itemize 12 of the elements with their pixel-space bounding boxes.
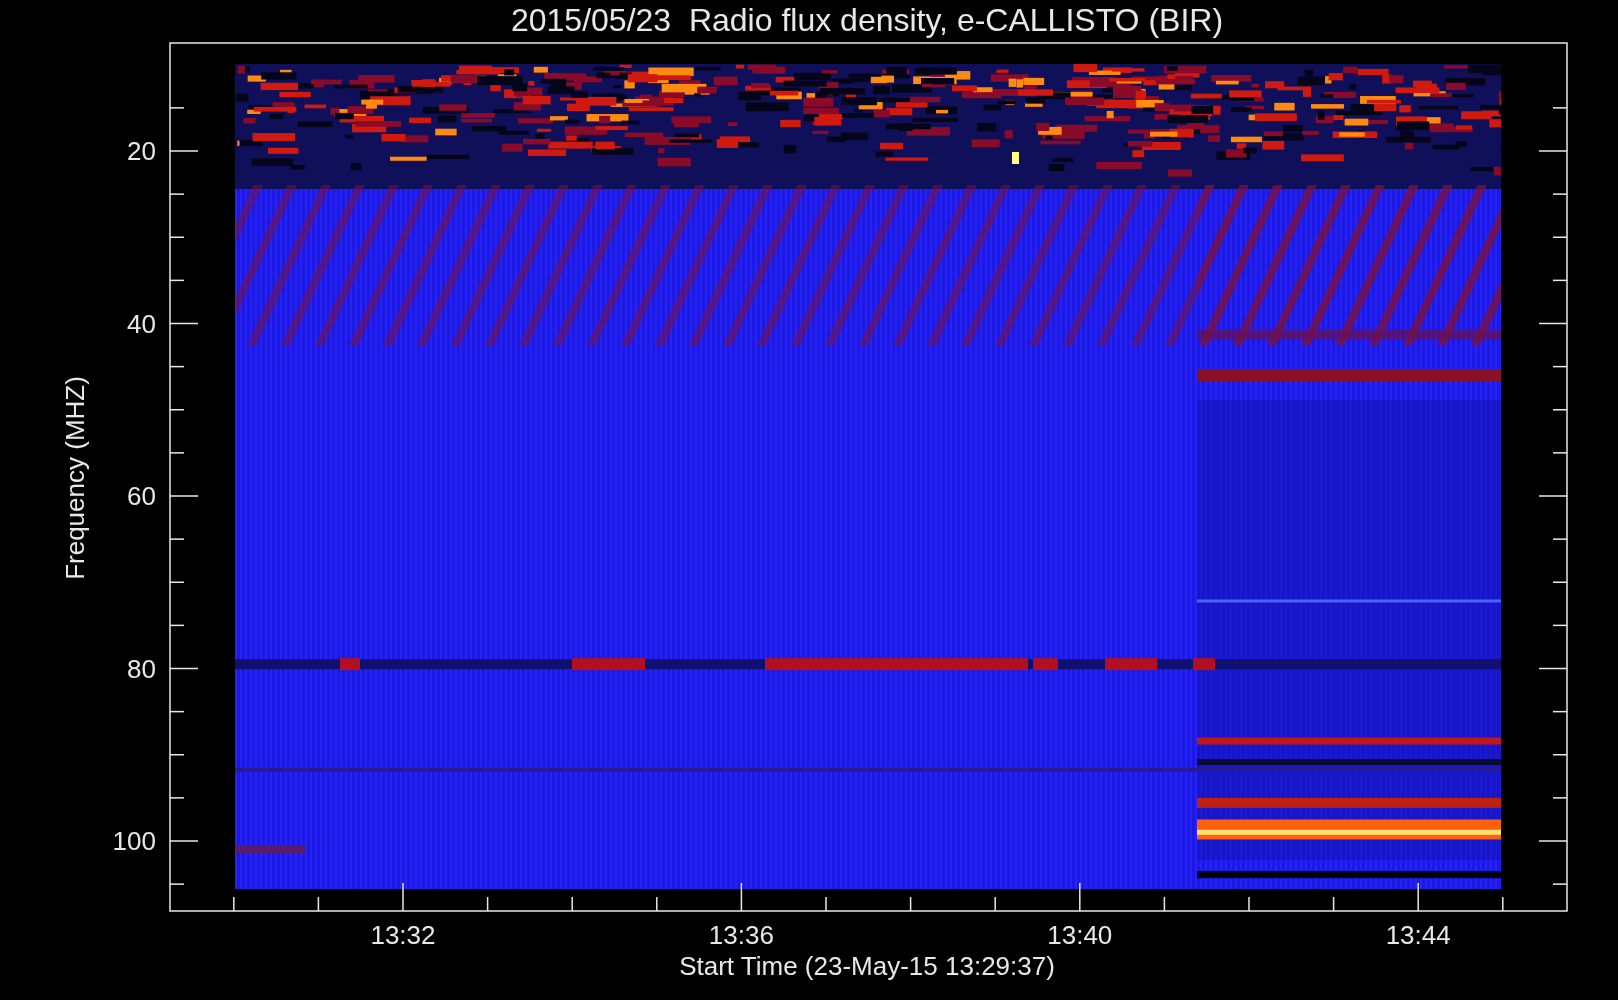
y-axis-label: Frequency (MHZ) [60,376,90,580]
y-tick-label: 60 [127,481,156,511]
y-tick-label: 100 [112,826,156,856]
y-tick-label: 20 [127,136,156,166]
x-tick-label: 13:40 [1047,920,1113,950]
x-axis-label: Start Time (23-May-15 13:29:37) [679,951,1055,981]
y-tick-label: 80 [127,653,156,684]
x-tick-label: 13:36 [708,920,774,950]
x-tick-label: 13:32 [370,920,436,950]
x-tick-label: 13:44 [1385,920,1451,950]
y-tick-label: 40 [127,308,156,339]
chart-title: 2015/05/23 Radio flux density, e-CALLISTO (BIR) [510,2,1224,38]
